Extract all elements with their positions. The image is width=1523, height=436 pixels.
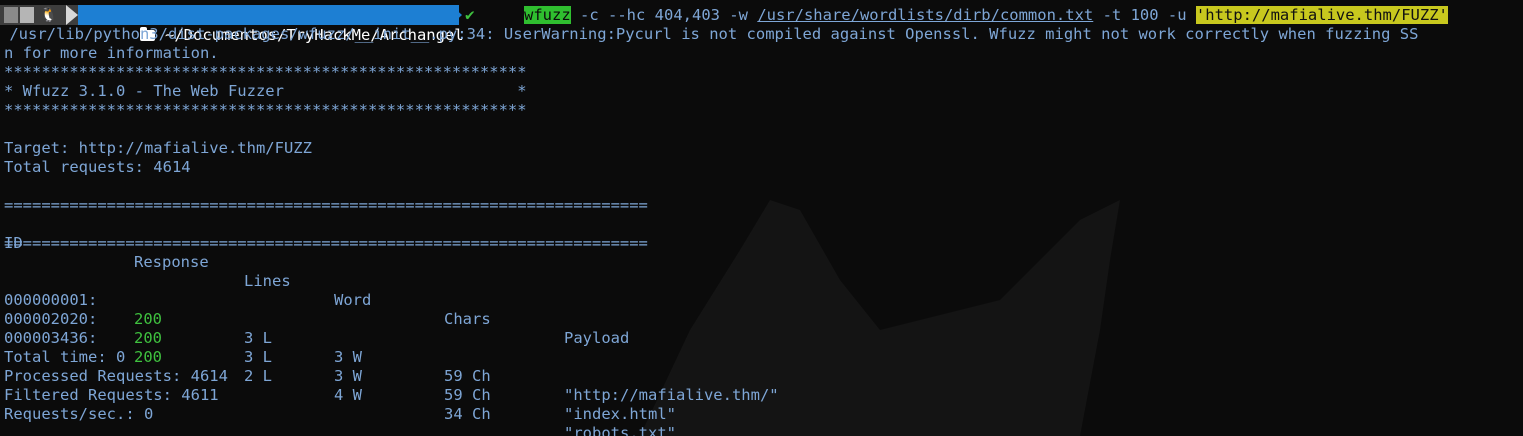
table-row: 000002020: 200 3 L 3 W 59 Ch "index.html… xyxy=(0,291,1500,423)
banner-stars-bottom: ****************************************… xyxy=(4,101,527,119)
table-header: ID Response Lines Word Chars Payload xyxy=(0,215,1500,347)
warning-line: /usr/lib/python3/dist-packages/wfuzz/__i… xyxy=(0,25,1419,43)
row-response: 200 xyxy=(134,348,162,366)
row-lines: 2 L xyxy=(244,367,272,385)
table-separator-bottom: ========================================… xyxy=(4,234,648,252)
command-binary: wfuzz xyxy=(524,6,571,24)
row-word: 3 W xyxy=(334,348,362,366)
row-lines: 3 L xyxy=(244,329,272,347)
row-payload: "index.html" xyxy=(564,405,676,423)
command-args-2: -t 100 -u xyxy=(1093,6,1196,24)
warning-line-continued: n for more information. xyxy=(4,44,219,62)
target-line: Target: http://mafialive.thm/FUZZ xyxy=(4,139,312,157)
banner-title: * Wfuzz 3.1.0 - The Web Fuzzer * xyxy=(4,82,527,100)
table-separator-top: ========================================… xyxy=(4,196,648,214)
banner-stars-top: ****************************************… xyxy=(4,63,527,81)
processed-requests-line: Processed Requests: 4614 xyxy=(4,367,228,385)
row-chars: 59 Ch xyxy=(444,386,491,404)
row-chars: 59 Ch xyxy=(444,367,491,385)
filtered-requests-line: Filtered Requests: 4611 xyxy=(4,386,219,404)
row-payload: "http://mafialive.thm/" xyxy=(564,386,779,404)
command-wordlist-path: /usr/share/wordlists/dirb/common.txt xyxy=(757,6,1094,24)
column-header-payload: Payload xyxy=(564,329,630,347)
linux-tux-icon: 🐧 xyxy=(40,7,58,23)
total-requests-line: Total requests: 4614 xyxy=(4,158,191,176)
row-word: 4 W xyxy=(334,386,362,404)
command-args-1: -c --hc 404,403 -w xyxy=(570,6,758,24)
command-url-string: 'http://mafialive.thm/FUZZ' xyxy=(1195,6,1448,24)
table-row: 000003436: 200 2 L 4 W 34 Ch "robots.txt… xyxy=(0,310,1500,436)
total-time-line: Total time: 0 xyxy=(4,348,126,366)
row-id: 000003436: xyxy=(4,329,98,347)
requests-per-second-line: Requests/sec.: 0 xyxy=(4,405,154,423)
check-icon: ✔ xyxy=(465,5,475,24)
row-response: 200 xyxy=(134,329,162,347)
row-word: 3 W xyxy=(334,367,362,385)
row-lines: 3 L xyxy=(244,348,272,366)
table-row: 000000001: 200 3 L 3 W 59 Ch "http://maf… xyxy=(0,272,1500,404)
row-chars: 34 Ch xyxy=(444,405,491,423)
terminal-window[interactable]: 🐧 ~/Documentos/TryHackMe/Archangel ✔ wfu… xyxy=(0,0,1523,436)
command-line[interactable]: wfuzz -c --hc 404,403 -w /usr/share/word… xyxy=(524,5,1448,25)
row-payload: "robots.txt" xyxy=(564,424,676,436)
shell-prompt: 🐧 ~/Documentos/TryHackMe/Archangel ✔ wfu… xyxy=(0,5,1523,44)
prompt-path-segment: ~/Documentos/TryHackMe/Archangel xyxy=(78,5,464,44)
column-header-response: Response xyxy=(134,253,209,271)
